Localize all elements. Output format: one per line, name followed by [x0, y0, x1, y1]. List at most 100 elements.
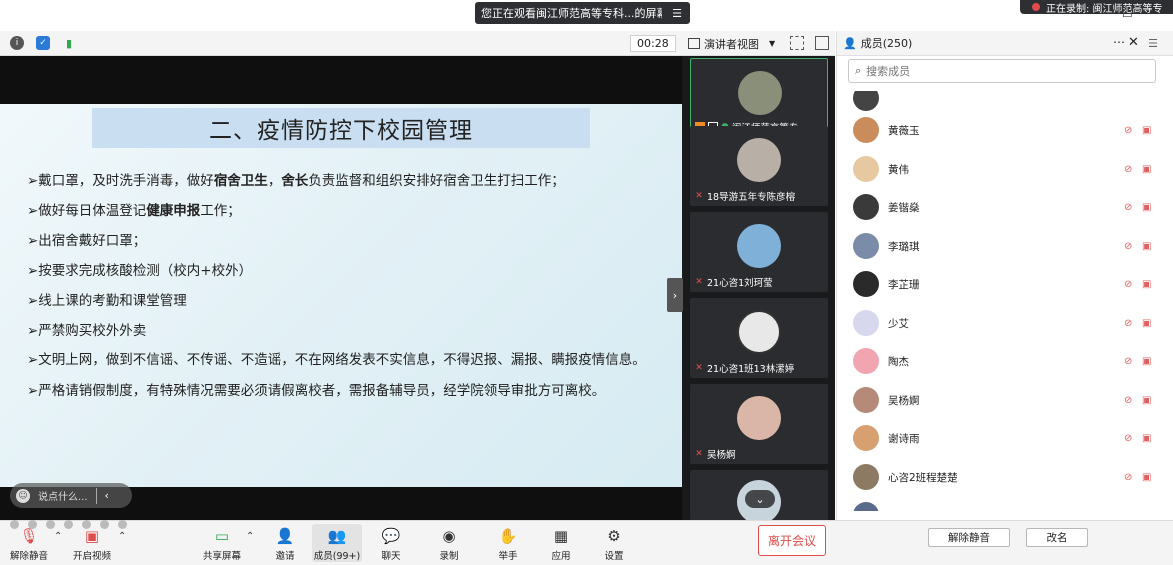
- member-name: 李芷珊: [888, 278, 920, 291]
- slide-title-bar: 二、疫情防控下校园管理: [92, 108, 590, 148]
- tool-icon[interactable]: [64, 520, 73, 529]
- video-tile[interactable]: ✕ 21心咨1刘珂莹: [690, 212, 828, 292]
- tool-icon[interactable]: [82, 520, 91, 529]
- video-tile[interactable]: ✕ 21心咨1班13林潆婷: [690, 298, 828, 378]
- smile-icon[interactable]: ☺: [16, 488, 30, 503]
- rename-button[interactable]: 改名: [1026, 528, 1088, 547]
- add-user-icon: 👤: [275, 527, 295, 545]
- info-icon[interactable]: i: [10, 36, 24, 50]
- video-tile[interactable]: ✕ 18导游五年专陈彦榕: [690, 126, 828, 206]
- list-item[interactable]: 少艾 ⊘ ▣: [837, 304, 1173, 342]
- list-item[interactable]: [837, 496, 1173, 511]
- speaker-view-dropdown[interactable]: 演讲者视图 ▼: [684, 34, 779, 53]
- bullet-item: ➢做好每日体温登记健康申报工作；: [27, 203, 241, 219]
- share-screen-button[interactable]: ▭ 共享屏幕: [197, 524, 247, 562]
- list-item[interactable]: 陶杰 ⊘ ▣: [837, 342, 1173, 380]
- pen-icon[interactable]: [46, 520, 55, 529]
- fullscreen-icon[interactable]: [790, 36, 804, 50]
- chevron-up-icon[interactable]: ⌃: [118, 531, 126, 542]
- member-name: 黄薇玉: [888, 124, 920, 137]
- avatar: [853, 425, 879, 451]
- list-item[interactable]: 黄薇玉 ⊘ ▣: [837, 111, 1173, 149]
- raise-hand-button[interactable]: ✋ 举手: [483, 524, 533, 562]
- avatar: [853, 156, 879, 182]
- avatar: [737, 310, 781, 354]
- mic-off-icon: ⊘: [1124, 394, 1133, 406]
- gear-icon: ⚙: [607, 527, 621, 545]
- mic-off-icon: ⊘: [1124, 432, 1133, 444]
- slide-bullets: ➢戴口罩，及时洗手消毒，做好宿舍卫生，舍长负责监督和组织安排好宿舍卫生打扫工作；…: [27, 166, 667, 406]
- member-name: 心咨2班程楚楚: [888, 471, 958, 484]
- avatar: [853, 348, 879, 374]
- tool-icon[interactable]: [10, 520, 19, 529]
- hand-icon: ✋: [498, 527, 518, 545]
- chevron-up-icon[interactable]: ⌃: [246, 531, 254, 542]
- chevron-down-icon: ▼: [769, 39, 776, 48]
- presentation-slide: 二、疫情防控下校园管理 ➢戴口罩，及时洗手消毒，做好宿舍卫生，舍长负责监督和组织…: [0, 104, 682, 487]
- list-item[interactable]: 李璐琪 ⊘ ▣: [837, 227, 1173, 265]
- member-name: 姜锴燊: [888, 201, 920, 214]
- avatar: [853, 464, 879, 490]
- chevron-left-icon[interactable]: ‹: [105, 489, 109, 502]
- member-name: 谢诗雨: [888, 432, 920, 445]
- menu-icon[interactable]: ☰: [670, 7, 684, 20]
- tool-icon[interactable]: [100, 520, 109, 529]
- bullet-item: ➢出宿舍戴好口罩；: [27, 233, 147, 249]
- list-item[interactable]: 谢诗雨 ⊘ ▣: [837, 419, 1173, 457]
- tool-icon[interactable]: [118, 520, 127, 529]
- members-header: 👤 成员(250) ⋯ ✕ ☰: [837, 31, 1173, 56]
- record-button[interactable]: ◉ 录制: [424, 524, 474, 562]
- bullet-item: ➢按要求完成核酸检测（校内+校外）: [27, 263, 253, 279]
- list-item[interactable]: 心咨2班程楚楚 ⊘ ▣: [837, 458, 1173, 496]
- search-input[interactable]: [866, 64, 1137, 78]
- start-video-button[interactable]: ▣ 开启视频: [67, 524, 117, 562]
- mic-off-icon: ✕: [695, 448, 703, 459]
- apps-button[interactable]: ▦ 应用: [536, 524, 586, 562]
- invite-button[interactable]: 👤 邀请: [260, 524, 310, 562]
- mic-off-icon: ⊘: [1124, 124, 1133, 136]
- collapse-video-handle[interactable]: ›: [667, 278, 683, 312]
- camera-off-icon: ▣: [1142, 201, 1152, 213]
- list-item[interactable]: 吴杨婀 ⊘ ▣: [837, 381, 1173, 419]
- list-item[interactable]: 姜锴燊 ⊘ ▣: [837, 188, 1173, 226]
- meeting-timer: 00:28: [630, 35, 676, 52]
- video-tile[interactable]: ✕ 吴杨婀: [690, 384, 828, 464]
- chevron-up-icon[interactable]: ⌃: [54, 531, 62, 542]
- screen-share-banner[interactable]: 您正在观看闽江师范高等专科...的屏幕 ☰: [475, 2, 690, 24]
- list-item[interactable]: 黄伟 ⊘ ▣: [837, 150, 1173, 188]
- mic-off-icon: ⊘: [1124, 471, 1133, 483]
- member-search[interactable]: ⌕: [848, 59, 1156, 83]
- chat-button[interactable]: 💬 聊天: [366, 524, 416, 562]
- settings-button[interactable]: ⚙ 设置: [589, 524, 639, 562]
- bullet-item: ➢文明上网，做到不信谣、不传谣、不造谣，不在网络发表不实信息，不得迟报、漏报、瞒…: [27, 352, 646, 368]
- members-title: 成员(250): [860, 37, 913, 50]
- close-icon[interactable]: ✕: [1128, 35, 1139, 50]
- shield-icon[interactable]: ✓: [36, 36, 50, 50]
- camera-off-icon: ▣: [1142, 355, 1152, 367]
- mic-off-icon: 🎙: [19, 527, 39, 545]
- leave-meeting-button[interactable]: 离开会议: [758, 525, 826, 556]
- unmute-button[interactable]: 🎙 解除静音: [4, 524, 54, 562]
- scroll-down-button[interactable]: ⌄: [745, 490, 775, 508]
- meeting-controls: 🎙 解除静音 ⌃ ▣ 开启视频 ⌃ ▭ 共享屏幕 ⌃ 👤 邀请 👥 成员(99+…: [0, 520, 1173, 565]
- mic-off-icon: ✕: [695, 362, 703, 373]
- member-name: 黄伟: [888, 163, 909, 176]
- video-label: ✕ 吴杨婀: [695, 448, 736, 461]
- members-button[interactable]: 👥 成员(99+): [312, 524, 362, 562]
- tool-icon[interactable]: [28, 520, 37, 529]
- unmute-all-button[interactable]: 解除静音: [928, 528, 1010, 547]
- members-panel: 👤 成员(250) ⋯ ✕ ☰ ⌕ 黄薇玉 ⊘ ▣ 黄伟 ⊘ ▣: [836, 31, 1173, 520]
- layout-icon[interactable]: [815, 36, 829, 50]
- bullet-item: ➢严禁购买校外外卖: [27, 323, 147, 339]
- signal-icon[interactable]: ▮: [62, 36, 76, 50]
- chat-quick-input[interactable]: ☺ 说点什么... ‹: [10, 483, 132, 508]
- list-item[interactable]: 李芷珊 ⊘ ▣: [837, 265, 1173, 303]
- avatar: [853, 194, 879, 220]
- camera-off-icon: ▣: [1142, 163, 1152, 175]
- menu-icon[interactable]: ☰: [1143, 34, 1163, 53]
- camera-off-icon: ▣: [1142, 278, 1152, 290]
- avatar: [853, 502, 879, 511]
- record-icon: ◉: [442, 527, 456, 545]
- more-icon[interactable]: ⋯: [1113, 35, 1125, 49]
- avatar: [853, 387, 879, 413]
